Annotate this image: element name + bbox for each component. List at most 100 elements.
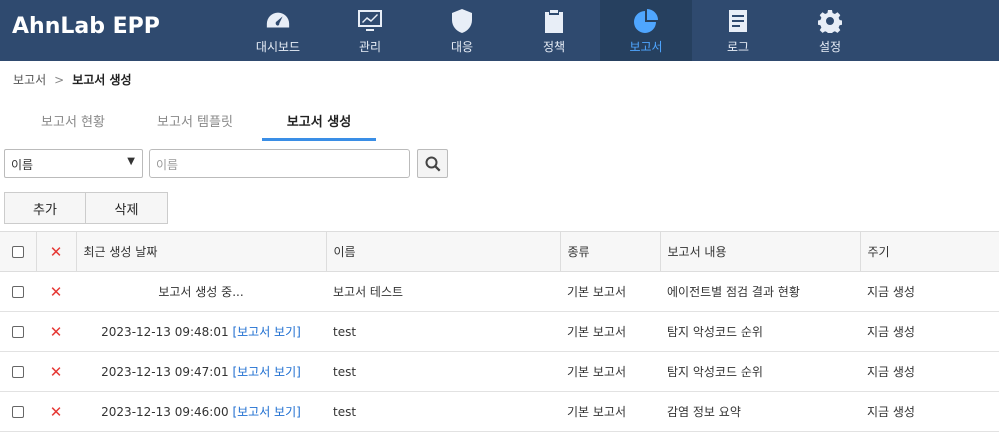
clipboard-icon [541,9,567,33]
table-row[interactable]: ✕ 2023-12-13 09:46:00 [보고서 보기] test 기본 보… [0,391,999,432]
view-report-link[interactable]: [보고서 보기] [232,325,300,339]
view-report-link[interactable]: [보고서 보기] [232,405,300,419]
row-date-text: 2023-12-13 09:46:00 [101,405,229,419]
breadcrumb-parent[interactable]: 보고서 [13,71,46,88]
nav-log[interactable]: 로그 [692,0,784,61]
select-all-cell [0,231,36,272]
row-cycle: 지금 생성 [860,311,999,352]
header-date[interactable]: 최근 생성 날짜 [75,231,326,272]
delete-x-icon[interactable]: ✕ [50,363,63,381]
row-date-text: 2023-12-13 09:48:01 [101,325,229,339]
row-content: 에이전트별 점검 결과 현황 [660,271,860,312]
search-field-value: 이름 [11,158,34,172]
search-bar: 이름 ▼ 이름 [4,149,448,179]
gauge-icon [265,9,291,33]
delete-x-icon[interactable]: ✕ [50,283,63,301]
view-report-link[interactable]: [보고서 보기] [232,365,300,379]
nav-dashboard[interactable]: 대시보드 [232,0,324,61]
search-icon [425,156,440,171]
row-date-text: 2023-12-13 09:47:01 [101,365,229,379]
nav-label: 설정 [818,40,842,54]
add-button[interactable]: 추가 [4,192,86,224]
nav-label: 보고서 [629,40,663,54]
row-kind: 기본 보고서 [560,311,660,352]
row-name: test [326,351,560,392]
row-kind: 기본 보고서 [560,391,660,432]
nav-label: 대응 [450,40,474,54]
row-date: 보고서 생성 중... [76,271,326,312]
pie-chart-icon [633,9,659,33]
header-name[interactable]: 이름 [325,231,560,272]
tab-report-status[interactable]: 보고서 현황 [18,100,128,141]
shield-icon [449,9,475,33]
delete-x-icon[interactable]: ✕ [50,323,63,341]
row-kind: 기본 보고서 [560,271,660,312]
row-date: 2023-12-13 09:47:01 [보고서 보기] [76,351,326,392]
search-input[interactable]: 이름 [149,149,410,178]
nav-response[interactable]: 대응 [416,0,508,61]
nav-policy[interactable]: 정책 [508,0,600,61]
row-kind: 기본 보고서 [560,351,660,392]
row-date: 2023-12-13 09:46:00 [보고서 보기] [76,391,326,432]
row-content: 감염 정보 요약 [660,391,860,432]
row-name: 보고서 테스트 [326,271,560,312]
delete-x-icon[interactable]: ✕ [50,243,63,261]
row-date: 2023-12-13 09:48:01 [보고서 보기] [76,311,326,352]
table-row[interactable]: ✕ 보고서 생성 중... 보고서 테스트 기본 보고서 에이전트별 점검 결과… [0,271,999,312]
row-delete-cell: ✕ [36,391,76,432]
delete-x-icon[interactable]: ✕ [50,403,63,421]
chevron-right-icon: > [54,72,65,87]
nav-label: 정책 [542,40,566,54]
nav-manage[interactable]: 관리 [324,0,416,61]
row-checkbox[interactable] [12,286,24,298]
search-field-select[interactable]: 이름 ▼ [4,149,143,178]
tab-report-template[interactable]: 보고서 템플릿 [128,100,262,141]
main-nav: 대시보드 관리 대응 정책 보고서 로그 설정 [232,0,876,61]
table-header-row: ✕ 최근 생성 날짜 이름 종류 보고서 내용 주기 [0,231,999,272]
breadcrumb-current: 보고서 생성 [72,73,132,87]
nav-label: 대시보드 [255,40,301,54]
header-content[interactable]: 보고서 내용 [659,231,860,272]
row-checkbox[interactable] [12,406,24,418]
row-checkbox[interactable] [12,326,24,338]
select-all-checkbox[interactable] [11,246,24,258]
delete-button[interactable]: 삭제 [86,192,168,224]
action-buttons: 추가 삭제 [4,192,168,224]
document-icon [725,9,751,33]
row-cycle: 지금 생성 [860,351,999,392]
row-delete-cell: ✕ [36,271,76,312]
tab-report-create[interactable]: 보고서 생성 [262,100,376,141]
row-delete-cell: ✕ [36,351,76,392]
row-cycle: 지금 생성 [860,271,999,312]
top-bar: AhnLab EPP 대시보드 관리 대응 정책 보고서 로그 설정 [0,0,999,61]
table-row[interactable]: ✕ 2023-12-13 09:47:01 [보고서 보기] test 기본 보… [0,351,999,392]
row-name: test [326,311,560,352]
row-select-cell [0,311,36,352]
row-content: 탐지 악성코드 순위 [660,351,860,392]
table-row[interactable]: ✕ 2023-12-13 09:48:01 [보고서 보기] test 기본 보… [0,311,999,352]
app-logo[interactable]: AhnLab EPP [12,14,160,39]
nav-settings[interactable]: 설정 [784,0,876,61]
row-delete-cell: ✕ [36,311,76,352]
row-checkbox[interactable] [12,366,24,378]
caret-down-icon: ▼ [127,156,135,167]
search-button[interactable] [417,149,448,178]
row-content: 탐지 악성코드 순위 [660,311,860,352]
report-tabs: 보고서 현황 보고서 템플릿 보고서 생성 [0,100,376,142]
delete-column-header: ✕ [35,231,76,272]
monitor-chart-icon [357,9,383,33]
row-name: test [326,391,560,432]
nav-report[interactable]: 보고서 [600,0,692,61]
header-kind[interactable]: 종류 [559,231,660,272]
row-select-cell [0,391,36,432]
row-date-text: 보고서 생성 중... [158,285,244,299]
gear-icon [817,9,843,33]
header-cycle[interactable]: 주기 [859,231,999,272]
nav-label: 관리 [358,40,382,54]
breadcrumb: 보고서 > 보고서 생성 [13,71,132,88]
row-cycle: 지금 생성 [860,391,999,432]
row-select-cell [0,351,36,392]
report-table: ✕ 최근 생성 날짜 이름 종류 보고서 내용 주기 ✕ 보고서 생성 중...… [0,231,999,432]
nav-label: 로그 [726,40,750,54]
row-select-cell [0,271,36,312]
